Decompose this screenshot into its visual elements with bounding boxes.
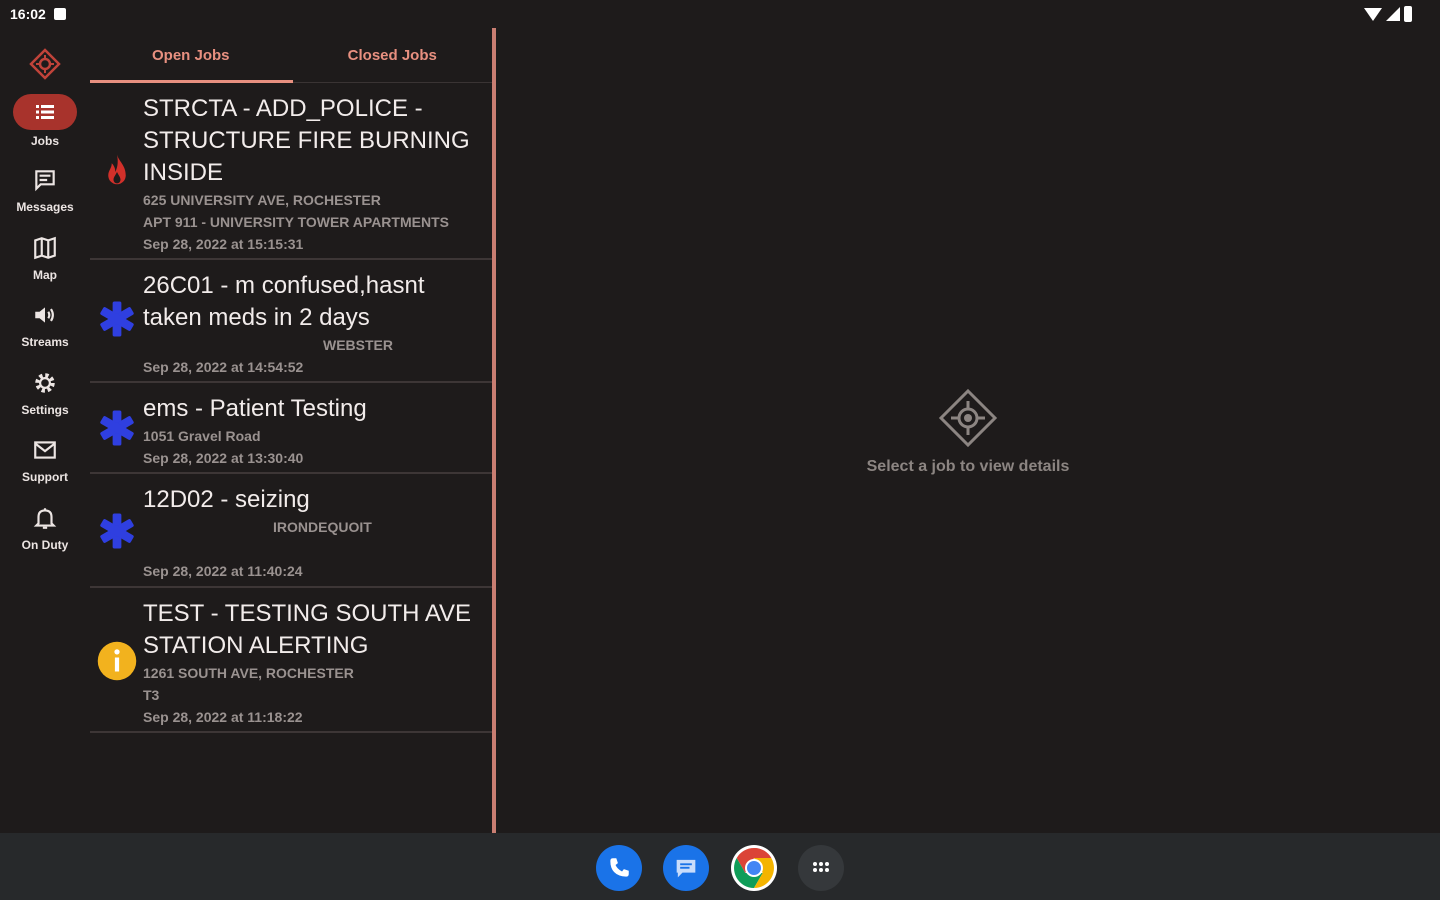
- job-list-item[interactable]: 26C01 - m confused,hasnt taken meds in 2…: [90, 260, 493, 383]
- battery-icon: [1404, 6, 1412, 22]
- app-logo-icon: [938, 388, 998, 448]
- bell-icon: [17, 502, 73, 534]
- messages-app-icon[interactable]: [663, 845, 709, 891]
- job-list-item[interactable]: ems - Patient Testing 1051 Gravel Road S…: [90, 383, 493, 474]
- fire-icon: [108, 154, 126, 185]
- job-timestamp: Sep 28, 2022 at 14:54:52: [143, 359, 304, 375]
- job-address: 1051 Gravel Road: [143, 428, 261, 444]
- job-location-detail: IRONDEQUOIT: [273, 519, 372, 535]
- rail-label: Streams: [21, 335, 69, 349]
- signal-icon: [1386, 7, 1400, 21]
- rail-item-jobs[interactable]: Jobs: [0, 94, 90, 148]
- rail-item-streams[interactable]: Streams: [0, 299, 90, 349]
- rail-label: Messages: [16, 200, 74, 214]
- gear-icon: [17, 367, 73, 399]
- chrome-app-icon[interactable]: [731, 845, 777, 891]
- job-timestamp: Sep 28, 2022 at 15:15:31: [143, 236, 304, 252]
- rail-item-support[interactable]: Support: [0, 434, 90, 484]
- message-icon: [17, 164, 73, 196]
- status-time: 16:02: [10, 6, 46, 22]
- job-list-item[interactable]: STRCTA - ADD_POLICE - STRUCTURE FIRE BUR…: [90, 83, 493, 260]
- status-bar: 16:02: [0, 0, 1440, 28]
- speaker-icon: [17, 299, 73, 331]
- job-title: STRCTA - ADD_POLICE - STRUCTURE FIRE BUR…: [143, 95, 470, 186]
- star-of-life-icon: [100, 513, 134, 549]
- job-address: 625 UNIVERSITY AVE, ROCHESTER: [143, 192, 381, 208]
- app-logo-icon: [29, 48, 61, 80]
- star-of-life-icon: [100, 410, 134, 446]
- navigation-rail: Jobs Messages Map Streams Settings Suppo…: [0, 28, 90, 833]
- job-timestamp: Sep 28, 2022 at 11:40:24: [143, 563, 303, 579]
- app-drawer-icon[interactable]: [798, 845, 844, 891]
- job-location-detail: WEBSTER: [323, 337, 393, 353]
- job-list-pane: Open Jobs Closed Jobs STRCTA - ADD_POLIC…: [90, 28, 493, 833]
- job-location-detail: APT 911 - UNIVERSITY TOWER APARTMENTS: [143, 214, 449, 230]
- job-timestamp: Sep 28, 2022 at 13:30:40: [143, 450, 304, 466]
- job-timestamp: Sep 28, 2022 at 11:18:22: [143, 709, 303, 725]
- rail-label: Support: [22, 470, 68, 484]
- info-icon: [97, 641, 137, 681]
- notification-icon: [53, 8, 66, 20]
- job-title: 12D02 - seizing: [143, 486, 310, 513]
- job-location-detail: T3: [143, 687, 160, 703]
- job-list-item[interactable]: 12D02 - seizing IRONDEQUOIT Sep 28, 2022…: [90, 474, 493, 588]
- pane-divider[interactable]: [492, 28, 496, 833]
- rail-item-on-duty[interactable]: On Duty: [0, 502, 90, 552]
- rail-item-messages[interactable]: Messages: [0, 164, 90, 214]
- job-title: TEST - TESTING SOUTH AVE STATION ALERTIN…: [143, 600, 472, 659]
- map-icon: [17, 232, 73, 264]
- job-title: ems - Patient Testing: [143, 395, 367, 422]
- job-address: 1261 SOUTH AVE, ROCHESTER: [143, 665, 354, 681]
- system-dock: [0, 833, 1440, 900]
- rail-label: Settings: [21, 403, 69, 417]
- phone-app-icon[interactable]: [596, 845, 642, 891]
- rail-item-settings[interactable]: Settings: [0, 367, 90, 417]
- rail-label: Map: [33, 268, 57, 282]
- list-icon: [13, 94, 77, 130]
- detail-empty-state: Select a job to view details: [857, 388, 1079, 476]
- tab-closed-jobs[interactable]: Closed Jobs: [292, 28, 494, 82]
- job-title: 26C01 - m confused,hasnt taken meds in 2…: [143, 272, 425, 331]
- star-of-life-icon: [100, 301, 134, 337]
- detail-empty-text: Select a job to view details: [866, 458, 1070, 475]
- job-list-item[interactable]: TEST - TESTING SOUTH AVE STATION ALERTIN…: [90, 588, 493, 733]
- job-tabs: Open Jobs Closed Jobs: [90, 28, 493, 83]
- rail-label: On Duty: [21, 538, 69, 552]
- rail-label: Jobs: [30, 134, 59, 148]
- wifi-icon: [1364, 7, 1382, 21]
- job-address: [143, 538, 485, 560]
- tab-open-jobs[interactable]: Open Jobs: [90, 28, 292, 82]
- mail-icon: [17, 434, 73, 466]
- rail-item-map[interactable]: Map: [0, 232, 90, 282]
